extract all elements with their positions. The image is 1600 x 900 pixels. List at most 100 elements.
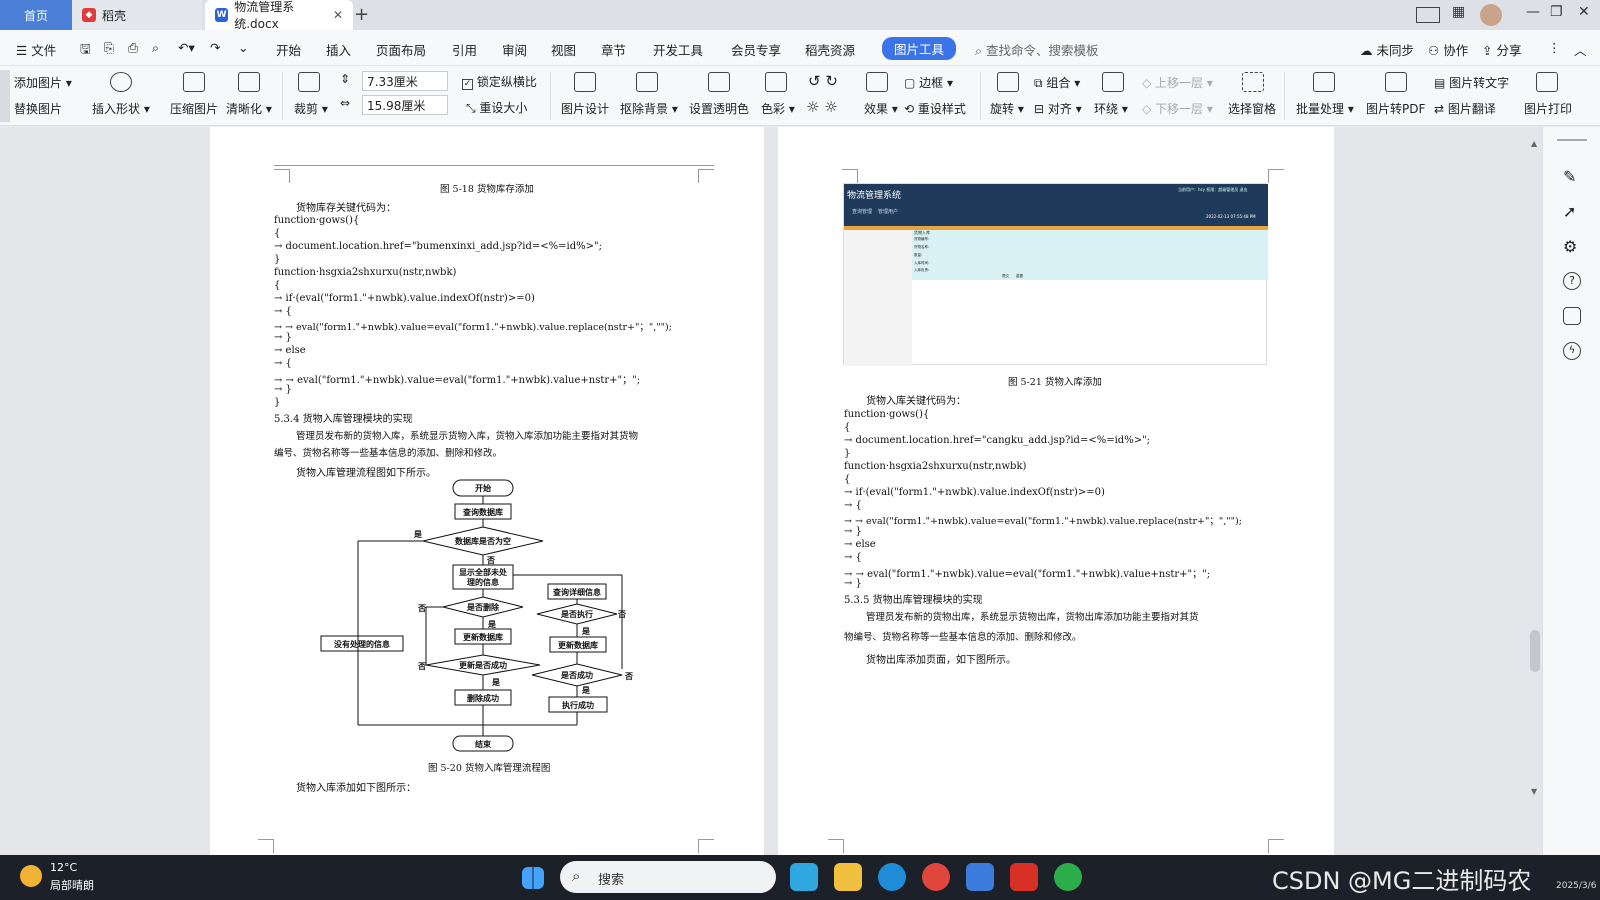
page-left[interactable]: 图 5-18 货物库存添加 货物库存关键代码为： function·gows()… xyxy=(210,127,764,855)
menu-insert[interactable]: 插入 xyxy=(326,40,351,59)
remove-bg-button[interactable]: 抠除背景 ▾ xyxy=(620,100,678,117)
edge-icon[interactable] xyxy=(878,863,906,891)
menu-start[interactable]: 开始 xyxy=(276,40,301,59)
cursor-icon[interactable]: ➚ xyxy=(1563,202,1581,221)
selection-pane-icon xyxy=(1242,72,1264,92)
menu-chapter[interactable]: 章节 xyxy=(601,40,626,59)
document-area[interactable]: 图 5-18 货物库存添加 货物库存关键代码为： function·gows()… xyxy=(0,127,1542,855)
reset-style-button[interactable]: ⟲ 重设样式 xyxy=(904,100,966,117)
weather-icon[interactable] xyxy=(20,865,42,887)
align-button[interactable]: ⊟ 对齐 ▾ xyxy=(1034,100,1082,117)
menu-member[interactable]: 会员专享 xyxy=(731,40,781,59)
preview-icon[interactable]: ⌕ xyxy=(152,40,159,56)
wps-icon[interactable] xyxy=(1010,863,1038,891)
taskbar-search[interactable]: ⌕ 搜索 xyxy=(560,861,776,893)
image-design-button[interactable]: 图片设计 xyxy=(561,100,609,117)
to-pdf-button[interactable]: 图片转PDF xyxy=(1366,100,1425,117)
embedded-screenshot[interactable]: 物流管理系统 当前用户：hsy 权限：超级管理员 退出 2022-02-13 0… xyxy=(843,183,1268,366)
ribbon-divider xyxy=(550,72,551,120)
batch-button[interactable]: 批量处理 ▾ xyxy=(1296,100,1354,117)
close-window-icon[interactable]: ✕ xyxy=(1578,4,1590,20)
new-tab-button[interactable]: + xyxy=(354,4,369,25)
selection-pane-button[interactable]: 选择窗格 xyxy=(1228,100,1276,117)
avatar[interactable] xyxy=(1480,4,1502,26)
reset-size-button[interactable]: ⤡ 重设大小 xyxy=(466,99,527,116)
translate-button[interactable]: ⇄ 图片翻译 xyxy=(1434,100,1496,117)
color-button[interactable]: 色彩 ▾ xyxy=(761,100,795,117)
clarity-icon xyxy=(238,72,260,92)
close-tab-icon[interactable]: ✕ xyxy=(333,8,343,22)
send-backward-button[interactable]: ◇ 下移一层 ▾ xyxy=(1142,100,1213,117)
menu-image-tools[interactable]: 图片工具 xyxy=(882,37,957,60)
collab-button[interactable]: ⚇ 协作 xyxy=(1428,40,1468,59)
menu-view[interactable]: 视图 xyxy=(551,40,576,59)
app-icon[interactable] xyxy=(966,863,994,891)
print-icon[interactable]: ⎙ xyxy=(128,40,138,56)
undo-icon[interactable]: ↶▾ xyxy=(178,40,195,55)
wechat-icon[interactable] xyxy=(1054,863,1082,891)
vertical-scrollbar[interactable]: ▲ ▼ xyxy=(1528,135,1542,850)
width-input[interactable]: 7.33厘米 xyxy=(362,71,448,91)
image-print-button[interactable]: 图片打印 xyxy=(1524,100,1572,117)
windows-start-icon[interactable] xyxy=(522,867,544,889)
redo-icon[interactable]: ↷ xyxy=(210,40,220,55)
share-button[interactable]: ⇪ 分享 xyxy=(1482,40,1521,59)
transparency-button[interactable]: 设置透明色 xyxy=(689,100,749,117)
add-image-button[interactable]: 添加图片 ▾ xyxy=(14,74,72,91)
insert-shape-button[interactable]: 插入形状 ▾ xyxy=(92,100,150,117)
more-icon[interactable]: ⋮ xyxy=(1548,40,1561,55)
clarity-button[interactable]: 清晰化 ▾ xyxy=(226,100,272,117)
settings-sliders-icon[interactable]: ⚙ xyxy=(1563,237,1581,256)
group-button[interactable]: ⧉ 组合 ▾ xyxy=(1034,74,1080,91)
menu-layout[interactable]: 页面布局 xyxy=(376,40,426,59)
replace-image-button[interactable]: 替换图片 xyxy=(14,100,62,117)
file-explorer-icon[interactable] xyxy=(834,863,862,891)
border-button[interactable]: ▢ 边框 ▾ xyxy=(904,74,953,91)
scrollbar-thumb[interactable] xyxy=(1530,630,1540,672)
compress-image-button[interactable]: 压缩图片 xyxy=(170,100,218,117)
tab-document[interactable]: W 物流管理系统.docx ✕ xyxy=(205,0,353,31)
save-icon[interactable]: 🖫 xyxy=(80,40,91,61)
screenshot-field: 入库时间： xyxy=(914,261,932,265)
chevron-down-icon[interactable]: ⌄ xyxy=(238,40,248,55)
rotate-button[interactable]: 旋转 ▾ xyxy=(990,100,1024,117)
bring-forward-button[interactable]: ◇ 上移一层 ▾ xyxy=(1142,74,1213,91)
scroll-up-icon[interactable]: ▲ xyxy=(1531,139,1537,148)
export-icon[interactable]: ⎘ xyxy=(104,40,114,56)
edit-icon[interactable]: ✎ xyxy=(1563,167,1581,186)
add-intro: 货物出库添加页面，如下图所示。 xyxy=(866,655,1016,666)
restore-icon[interactable]: ❐ xyxy=(1550,4,1563,20)
ribbon-scroll-left[interactable] xyxy=(0,70,10,122)
collapse-ribbon-icon[interactable]: ︿ xyxy=(1574,40,1587,59)
scroll-down-icon[interactable]: ▼ xyxy=(1531,787,1537,796)
image-icon[interactable] xyxy=(1563,307,1581,325)
menu-daoke-resource[interactable]: 稻壳资源 xyxy=(805,40,855,59)
help-icon[interactable]: ? xyxy=(1563,272,1581,290)
crop-button[interactable]: 裁剪 ▾ xyxy=(294,100,328,117)
menu-devtools[interactable]: 开发工具 xyxy=(653,40,703,59)
grid-icon[interactable]: ▦ xyxy=(1452,4,1465,20)
tab-home[interactable]: 首页 xyxy=(0,0,72,30)
file-menu[interactable]: ☰ 文件 xyxy=(16,40,56,59)
chrome-icon[interactable] xyxy=(922,863,950,891)
menu-reference[interactable]: 引用 xyxy=(452,40,477,59)
minimize-icon[interactable]: — xyxy=(1526,4,1540,20)
menu-review[interactable]: 审阅 xyxy=(502,40,527,59)
code-line: → → eval("form1."+nwbk).value=eval("form… xyxy=(844,569,1211,580)
reset-style-icon: ⟲ xyxy=(904,102,918,116)
brightness-icon[interactable]: ☼ ☼ xyxy=(806,98,838,116)
sync-button[interactable]: ☁ 未同步 xyxy=(1360,40,1414,59)
effect-button[interactable]: 效果 ▾ xyxy=(864,100,898,117)
rotate-left-icon[interactable]: ↺ ↻ xyxy=(808,72,838,90)
wrap-button[interactable]: 环绕 ▾ xyxy=(1094,100,1128,117)
page-right[interactable]: 物流管理系统 当前用户：hsy 权限：超级管理员 退出 2022-02-13 0… xyxy=(778,127,1334,855)
store-icon[interactable] xyxy=(790,863,818,891)
code-intro: 货物入库关键代码为： xyxy=(866,396,966,407)
lightning-icon[interactable]: ϟ xyxy=(1563,342,1581,360)
tab-daoke[interactable]: ◆ 稻壳 xyxy=(72,0,202,30)
layout-icon[interactable] xyxy=(1416,7,1440,23)
command-search[interactable]: ⌕ 查找命令、搜索模板 xyxy=(975,40,1099,59)
to-text-button[interactable]: ▤ 图片转文字 xyxy=(1434,74,1509,91)
height-input[interactable]: 15.98厘米 xyxy=(362,95,448,115)
lock-ratio-checkbox[interactable]: ✓ 锁定纵横比 xyxy=(462,73,537,90)
